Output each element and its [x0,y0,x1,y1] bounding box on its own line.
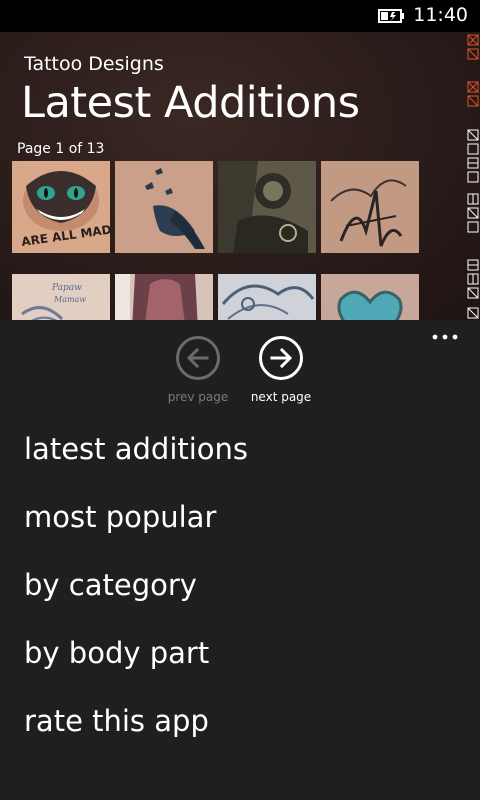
ornamental-image [218,274,316,320]
menu-item-latest-additions[interactable]: latest additions [24,432,248,466]
arrow-left-icon [186,347,209,369]
prev-page-button[interactable]: prev page [153,336,243,404]
prev-page-circle [176,336,220,380]
signature-image [321,161,419,253]
svg-text:Papaw: Papaw [51,283,82,293]
prev-page-label: prev page [167,390,229,404]
thumbnail-cheshire-cat[interactable]: ARE ALL MAD [12,161,110,253]
thumbnail-praying-hands[interactable]: Papaw Mamaw [12,274,110,320]
next-page-label: next page [250,390,312,404]
sleeve-image [218,161,316,253]
arrow-right-icon [270,347,293,369]
thumbnail-ornamental[interactable] [218,274,316,320]
jump-markers-icon [467,34,479,319]
clock: 11:40 [413,4,468,26]
birds-image [115,161,213,253]
next-page-button[interactable]: next page [236,336,326,404]
status-bar: 11:40 [0,0,480,32]
page-indicator: Page 1 of 13 [17,141,105,157]
page-title: Latest Additions [21,78,360,128]
cheshire-cat-image: ARE ALL MAD [12,161,110,253]
praying-hands-image: Papaw Mamaw [12,274,110,320]
menu-item-by-body-part[interactable]: by body part [24,636,209,670]
next-page-circle [259,336,303,380]
app-bar: prev page next page latest additions mos… [0,320,480,800]
svg-text:Mamaw: Mamaw [53,295,86,304]
thumbnail-blue-heart[interactable] [321,274,419,320]
thumbnail-sleeve[interactable] [218,161,316,253]
menu-item-most-popular[interactable]: most popular [24,500,216,534]
menu-item-rate-this-app[interactable]: rate this app [24,704,209,738]
battery-charging-icon [378,9,404,23]
ellipsis-icon[interactable] [432,332,458,342]
portrait-image [115,274,213,320]
menu-item-by-category[interactable]: by category [24,568,197,602]
app-title: Tattoo Designs [24,53,164,75]
jump-bar[interactable] [466,32,480,320]
thumbnail-portrait[interactable] [115,274,213,320]
main-panel: Tattoo Designs Latest Additions Page 1 o… [0,32,480,320]
thumbnail-birds[interactable] [115,161,213,253]
blue-heart-image [321,274,419,320]
thumbnail-signature[interactable] [321,161,419,253]
